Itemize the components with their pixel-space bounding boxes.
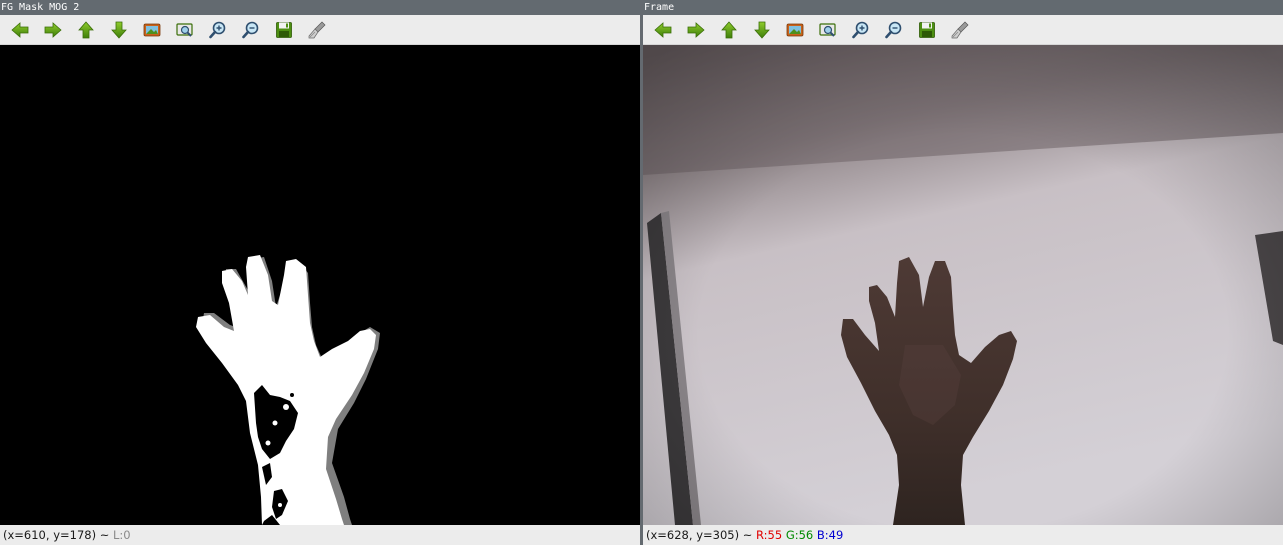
foreground-mask (0, 45, 640, 525)
save-button[interactable] (273, 19, 295, 41)
pan-down-icon (111, 21, 127, 39)
toolbar (643, 15, 1283, 45)
zoom-original-icon (143, 23, 161, 37)
status-green-value: G:56 (785, 528, 814, 542)
pan-down-button[interactable] (108, 19, 130, 41)
frame-image[interactable] (643, 45, 1283, 525)
properties-icon (951, 21, 969, 39)
pan-down-icon (754, 21, 770, 39)
pan-left-icon (11, 22, 29, 38)
pan-down-button[interactable] (751, 19, 773, 41)
pan-up-button[interactable] (75, 19, 97, 41)
pan-right-button[interactable] (685, 19, 707, 41)
status-pixel-value: L:0 (113, 528, 131, 542)
zoom-original-button[interactable] (141, 19, 163, 41)
status-blue-value: B:49 (816, 528, 844, 542)
zoom-in-icon (852, 21, 869, 39)
zoom-in-icon (209, 21, 226, 39)
pan-up-icon (721, 21, 737, 39)
zoom-original-icon (786, 23, 804, 37)
save-icon (919, 22, 935, 38)
zoom-original-button[interactable] (784, 19, 806, 41)
zoom-in-button[interactable] (850, 19, 872, 41)
status-coordinates: (x=610, y=178) ~ (3, 528, 110, 542)
status-bar: (x=628, y=305) ~ R:55 G:56 B:49 (643, 525, 1283, 545)
pan-up-icon (78, 21, 94, 39)
properties-icon (308, 21, 326, 39)
status-coordinates: (x=628, y=305) ~ (646, 528, 753, 542)
pan-left-button[interactable] (652, 19, 674, 41)
save-icon (276, 22, 292, 38)
zoom-out-button[interactable] (240, 19, 262, 41)
fg-mask-window: FG Mask MOG 2 (x=610, y=178) ~ L:0 (0, 0, 640, 545)
pan-right-button[interactable] (42, 19, 64, 41)
status-red-value: R:55 (756, 528, 783, 542)
zoom-fit-icon (819, 23, 836, 37)
frame-window: Frame (x=628, y=305) ~ R:55 G:56 B:49 (643, 0, 1283, 545)
zoom-in-button[interactable] (207, 19, 229, 41)
zoom-out-icon (242, 21, 259, 39)
window-title: Frame (643, 0, 1283, 15)
camera-frame (643, 45, 1283, 525)
properties-button[interactable] (949, 19, 971, 41)
pan-right-icon (44, 22, 62, 38)
window-title: FG Mask MOG 2 (0, 0, 640, 15)
pan-left-button[interactable] (9, 19, 31, 41)
zoom-out-icon (885, 21, 902, 39)
zoom-fit-icon (176, 23, 193, 37)
zoom-fit-button[interactable] (817, 19, 839, 41)
properties-button[interactable] (306, 19, 328, 41)
pan-right-icon (687, 22, 705, 38)
toolbar (0, 15, 640, 45)
zoom-fit-button[interactable] (174, 19, 196, 41)
zoom-out-button[interactable] (883, 19, 905, 41)
fg-mask-image[interactable] (0, 45, 640, 525)
save-button[interactable] (916, 19, 938, 41)
pan-left-icon (654, 22, 672, 38)
pan-up-button[interactable] (718, 19, 740, 41)
status-bar: (x=610, y=178) ~ L:0 (0, 525, 640, 545)
